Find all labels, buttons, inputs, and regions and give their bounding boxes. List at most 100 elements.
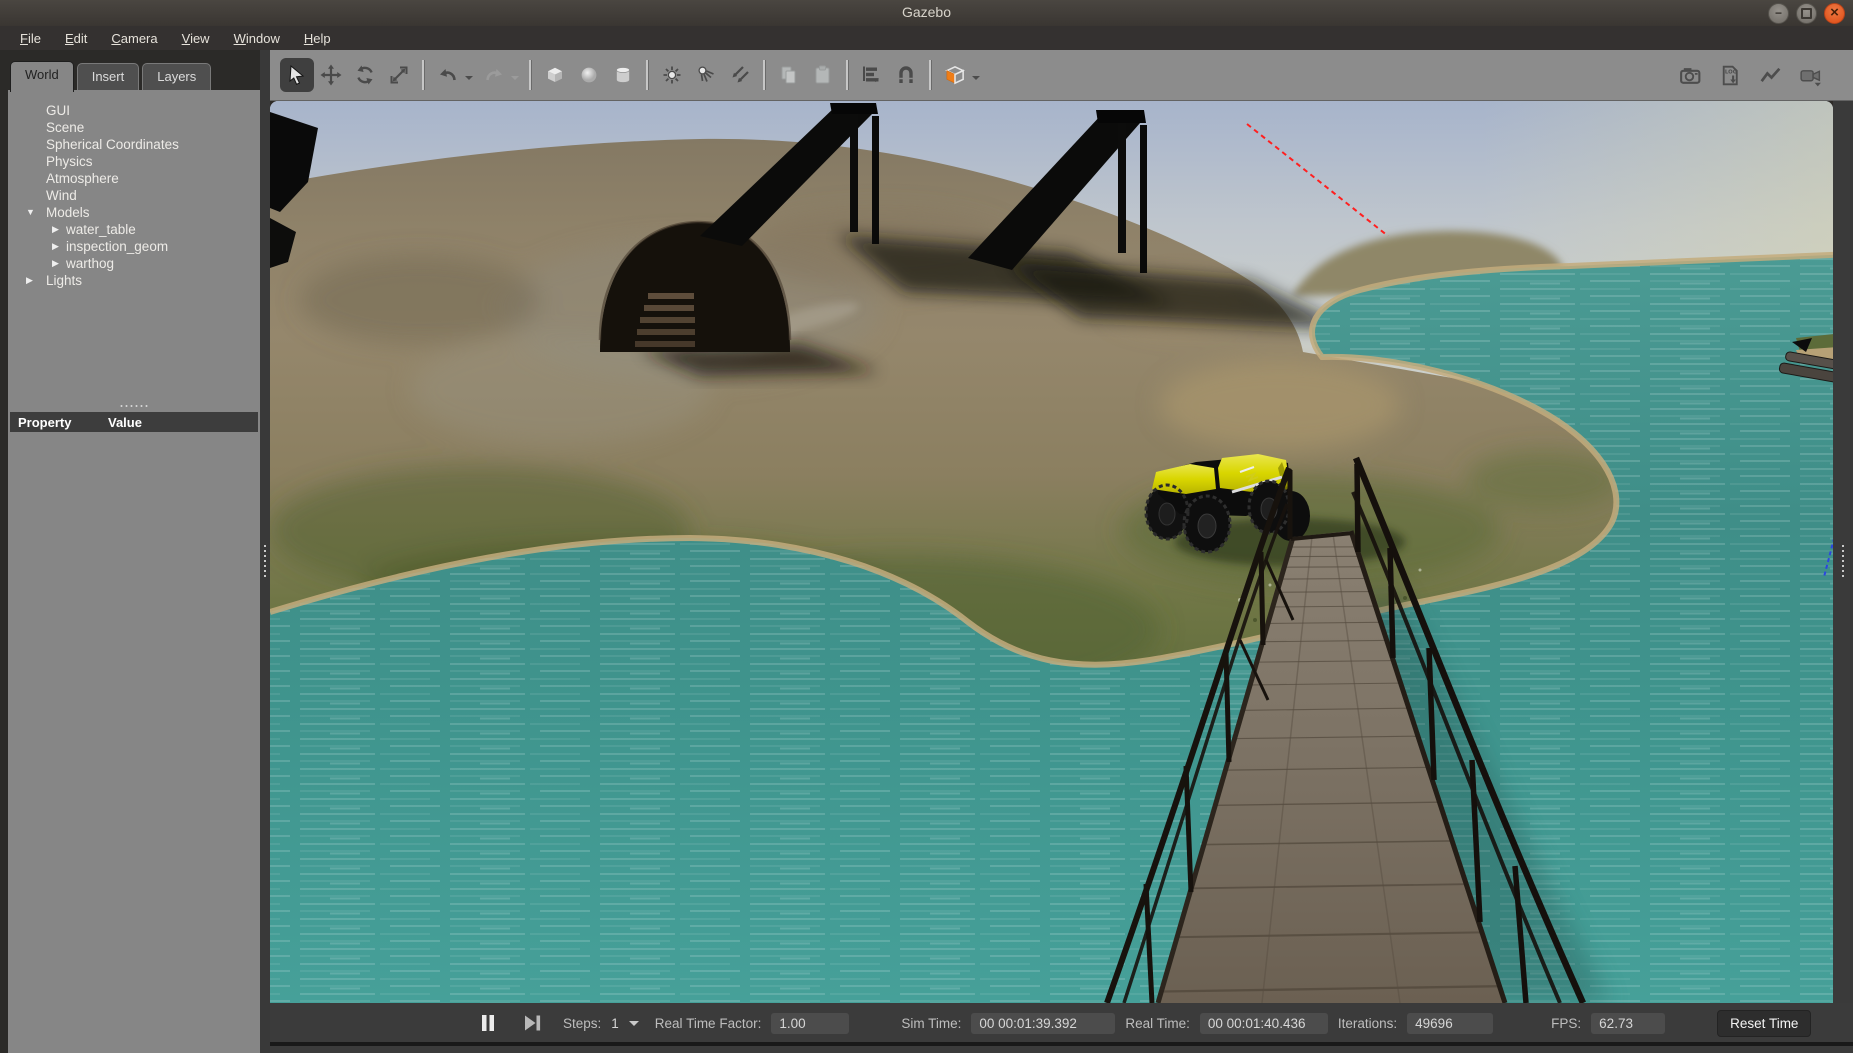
panel-splitter-handle[interactable] [121, 405, 148, 407]
tree-item-scene[interactable]: Scene [8, 119, 260, 136]
pause-button[interactable] [475, 1010, 501, 1036]
property-column-header[interactable]: Property [10, 415, 108, 430]
rotate-tool-button[interactable] [348, 58, 382, 92]
sphere-tool-button[interactable] [572, 58, 606, 92]
tree-item-spherical-coordinates[interactable]: Spherical Coordinates [8, 136, 260, 153]
spot-light-icon [694, 63, 718, 87]
expander-right-icon[interactable] [52, 255, 66, 272]
menu-help[interactable]: Help [294, 29, 341, 48]
toolbar-separator [929, 60, 932, 90]
move-arrows-icon [319, 63, 343, 87]
screenshot-button[interactable] [1673, 58, 1707, 92]
tab-world[interactable]: World [10, 61, 74, 92]
cylinder-tool-button[interactable] [606, 58, 640, 92]
tree-item-gui[interactable]: GUI [8, 102, 260, 119]
toolbar-separator [763, 60, 766, 90]
steps-caret[interactable] [629, 1021, 639, 1031]
select-tool-button[interactable] [280, 58, 314, 92]
scene-tree: GUI Scene Spherical Coordinates Physics … [8, 90, 260, 289]
steps-label: Steps: [563, 1016, 601, 1031]
plot-button[interactable] [1753, 58, 1787, 92]
toolbar-separator [646, 60, 649, 90]
cylinder-icon [611, 63, 635, 87]
expander-right-icon[interactable] [52, 238, 66, 255]
maximize-button[interactable] [1796, 3, 1817, 24]
sim-time-label: Sim Time: [901, 1016, 961, 1031]
copy-button[interactable] [772, 58, 806, 92]
tree-item-warthog[interactable]: warthog [8, 255, 260, 272]
toolbar-separator [846, 60, 849, 90]
tree-item-inspection-geom[interactable]: inspection_geom [8, 238, 260, 255]
directional-light-button[interactable] [723, 58, 757, 92]
translate-tool-button[interactable] [314, 58, 348, 92]
point-light-button[interactable] [655, 58, 689, 92]
fps-label: FPS: [1551, 1016, 1581, 1031]
box-tool-button[interactable] [538, 58, 572, 92]
view-angle-button[interactable] [938, 58, 972, 92]
viewport-3d[interactable] [270, 101, 1833, 1003]
snap-button[interactable] [889, 58, 923, 92]
tree-item-lights[interactable]: Lights [8, 272, 260, 289]
point-light-sun-icon [660, 63, 684, 87]
real-time-label: Real Time: [1125, 1016, 1190, 1031]
titlebar[interactable]: Gazebo [0, 0, 1853, 27]
expander-right-icon[interactable] [26, 272, 40, 289]
menu-camera[interactable]: Camera [101, 29, 167, 48]
log-document-icon: LOG [1718, 63, 1743, 88]
menubar: File Edit Camera View Window Help [0, 26, 1853, 50]
right-splitter[interactable] [1833, 101, 1853, 1003]
paste-button[interactable] [806, 58, 840, 92]
align-button[interactable] [855, 58, 889, 92]
tab-layers[interactable]: Layers [142, 63, 211, 92]
tree-item-models[interactable]: Models [8, 204, 260, 221]
scale-tool-button[interactable] [382, 58, 416, 92]
menu-edit[interactable]: Edit [55, 29, 97, 48]
toolbar-right-group: LOG [1673, 58, 1827, 92]
copy-icon [777, 63, 801, 87]
left-splitter[interactable] [260, 50, 270, 1053]
step-button[interactable] [519, 1010, 545, 1036]
menu-view[interactable]: View [172, 29, 220, 48]
close-button[interactable] [1824, 3, 1845, 24]
statusbar: Steps: 1 Real Time Factor: 1.00 Sim Time… [270, 1003, 1853, 1053]
value-column-header[interactable]: Value [108, 415, 142, 430]
undo-history-caret[interactable] [465, 76, 473, 84]
reset-time-button[interactable]: Reset Time [1717, 1010, 1811, 1037]
view-angle-caret[interactable] [972, 76, 980, 84]
tree-item-water-table[interactable]: water_table [8, 221, 260, 238]
left-panel: World Insert Layers GUI Scene Spherical … [0, 50, 260, 1053]
property-table-header: Property Value [10, 412, 258, 432]
menu-window[interactable]: Window [224, 29, 290, 48]
svg-text:LOG: LOG [1724, 69, 1737, 75]
world-tree-panel: GUI Scene Spherical Coordinates Physics … [8, 90, 260, 1053]
record-video-button[interactable] [1793, 58, 1827, 92]
magnet-icon [894, 63, 918, 87]
camera-icon [1678, 63, 1703, 88]
redo-history-caret[interactable] [511, 76, 519, 84]
minimize-button[interactable] [1768, 3, 1789, 24]
expander-down-icon[interactable] [26, 204, 40, 221]
iterations-value: 49696 [1407, 1013, 1493, 1034]
redo-arrow-icon [482, 63, 506, 87]
toolbar: LOG [270, 50, 1853, 101]
window-title: Gazebo [0, 4, 1853, 20]
pause-icon [479, 1013, 497, 1033]
spot-light-button[interactable] [689, 58, 723, 92]
tree-item-physics[interactable]: Physics [8, 153, 260, 170]
tree-item-atmosphere[interactable]: Atmosphere [8, 170, 260, 187]
align-icon [860, 63, 884, 87]
statusbar-divider [270, 1042, 1853, 1046]
tab-insert[interactable]: Insert [77, 63, 140, 92]
toolbar-separator [529, 60, 532, 90]
undo-button[interactable] [431, 58, 465, 92]
log-data-button[interactable]: LOG [1713, 58, 1747, 92]
redo-button[interactable] [477, 58, 511, 92]
expander-right-icon[interactable] [52, 221, 66, 238]
sim-time-value: 00 00:01:39.392 [971, 1013, 1115, 1034]
paste-icon [811, 63, 835, 87]
menu-file[interactable]: File [10, 29, 51, 48]
rotate-arrows-icon [353, 63, 377, 87]
fps-value: 62.73 [1591, 1013, 1665, 1034]
steps-value[interactable]: 1 [611, 1016, 619, 1031]
tree-item-wind[interactable]: Wind [8, 187, 260, 204]
